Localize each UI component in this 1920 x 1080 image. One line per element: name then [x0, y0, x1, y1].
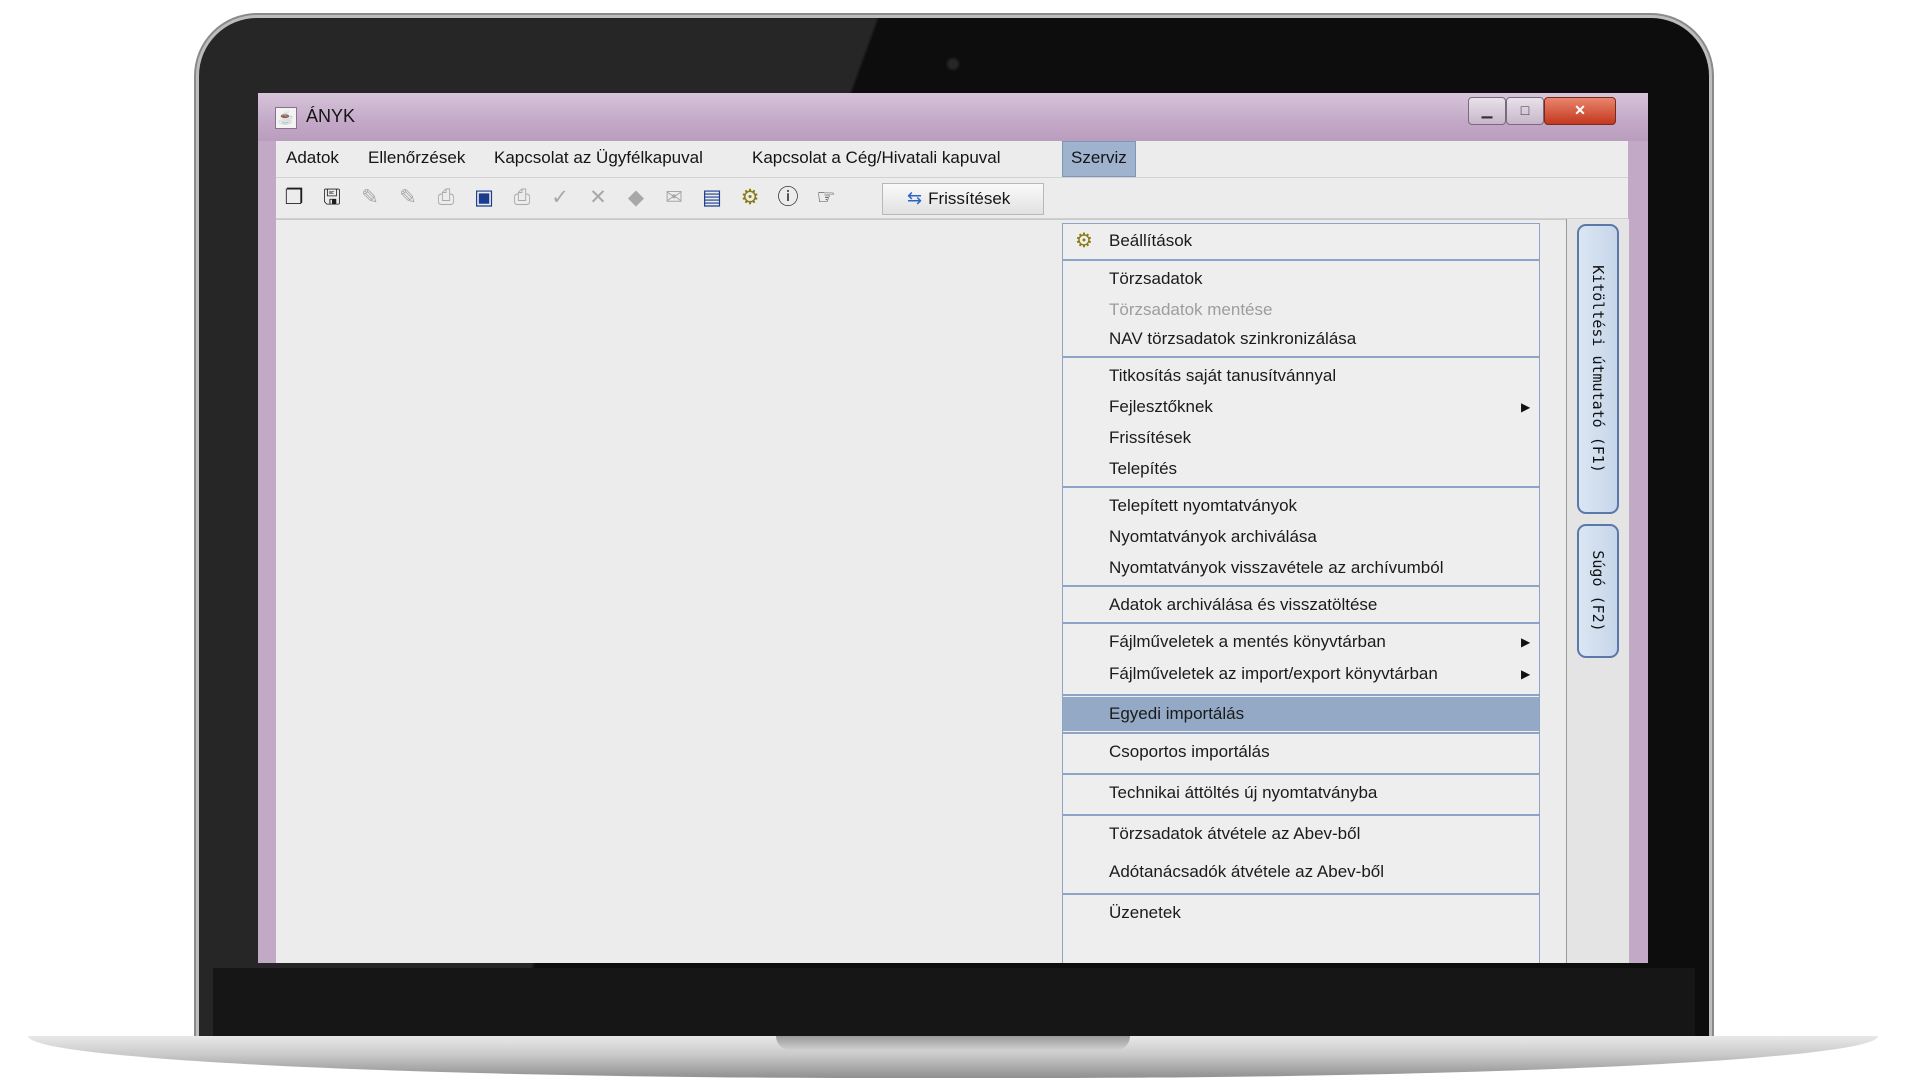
menu-separator — [1063, 732, 1539, 734]
window-client-area: Adatok Ellenőrzések Kapcsolat az Ügyfélk… — [276, 141, 1629, 963]
toolbar: ❐ 🖫 ✎ ✎ ⎙ ▣ ⎙ ✓ ✕ ◆ ✉ ▤ ⚙ ⓘ ☞ ⇆ Frissítés… — [276, 178, 1628, 219]
menu-ceg-hivatali-kapu[interactable]: Kapcsolat a Cég/Hivatali kapuval — [744, 141, 1009, 177]
bottom-bezel — [213, 968, 1695, 1038]
menu-separator — [1063, 694, 1539, 696]
print-disabled-icon[interactable]: ⎙ — [508, 184, 536, 212]
webcam — [948, 59, 958, 69]
maximize-icon: □ — [1520, 102, 1530, 118]
submenu-arrow-icon: ▶ — [1521, 667, 1531, 681]
calculator-icon[interactable]: ▤ — [698, 184, 726, 212]
new-form-icon[interactable]: ❐ — [280, 184, 308, 212]
menu-separator — [1063, 486, 1539, 488]
menu-separator — [1063, 259, 1539, 261]
maximize-button[interactable]: □ — [1506, 97, 1544, 125]
service-menu-item-technikai-attoltes[interactable]: Technikai áttöltés új nyomtatványba — [1063, 776, 1539, 810]
service-menu-item-adotanacsadok-abev[interactable]: Adótanácsadók átvétele az Abev-ből — [1063, 855, 1539, 889]
service-menu-item-torzsadatok[interactable]: Törzsadatok — [1063, 262, 1539, 296]
service-menu-item-telepites[interactable]: Telepítés — [1063, 452, 1539, 486]
edit2-disabled-icon[interactable]: ✎ — [394, 184, 422, 212]
service-menu-item-adatok-archivalasa[interactable]: Adatok archiválása és visszatöltése — [1063, 588, 1539, 622]
service-menu-item-uzenetek[interactable]: Üzenetek — [1063, 896, 1539, 930]
settings-icon[interactable]: ⚙ — [736, 184, 764, 212]
envelope-disabled-icon[interactable]: ✉ — [660, 184, 688, 212]
minimize-icon: ▁ — [1481, 102, 1493, 118]
menu-adatok[interactable]: Adatok — [278, 141, 347, 177]
tab-help-label: Súgó (F2) — [1589, 550, 1607, 632]
tree-icon[interactable]: ▣ — [470, 184, 498, 212]
service-menu-item-archivalas[interactable]: Nyomtatványok archiválása — [1063, 520, 1539, 554]
service-menu-item-titkositas[interactable]: Titkosítás saját tanusítvánnyal — [1063, 359, 1539, 393]
app-window: ☕ ÁNYK ▁ □ ✕ Adatok Ellenőrzések Kapcsol… — [258, 93, 1648, 963]
service-menu-item-fajlmuveletek-import[interactable]: Fájlműveletek az import/export könyvtárb… — [1063, 657, 1539, 691]
stamp-disabled-icon[interactable]: ◆ — [622, 184, 650, 212]
service-menu-item-csoportos-importalas[interactable]: Csoportos importálás — [1063, 735, 1539, 769]
save-icon[interactable]: 🖫 — [318, 184, 346, 212]
menu-separator — [1063, 585, 1539, 587]
service-menu-item-fejlesztoknek[interactable]: Fejlesztőknek ▶ — [1063, 390, 1539, 424]
menu-bar: Adatok Ellenőrzések Kapcsolat az Ügyfélk… — [276, 141, 1628, 178]
menu-ugyfelkapu[interactable]: Kapcsolat az Ügyfélkapuval — [486, 141, 711, 177]
close-button[interactable]: ✕ — [1544, 97, 1616, 125]
service-menu-item-torzsadatok-abev[interactable]: Törzsadatok átvétele az Abev-ből — [1063, 817, 1539, 851]
window-title: ÁNYK — [306, 106, 356, 126]
java-app-icon: ☕ — [275, 107, 297, 129]
refresh-label: Frissítések — [928, 189, 1011, 208]
title-bar[interactable]: ☕ ÁNYK ▁ □ ✕ — [258, 93, 1648, 141]
menu-separator — [1063, 893, 1539, 895]
refresh-icon: ⇆ — [907, 188, 923, 208]
info-icon[interactable]: ⓘ — [774, 184, 802, 212]
menu-separator — [1063, 622, 1539, 624]
service-menu-item-telepitett-nyomtatvanyok[interactable]: Telepített nyomtatványok — [1063, 489, 1539, 523]
print-preview-disabled-icon[interactable]: ⎙ — [432, 184, 460, 212]
service-menu-item-beallitasok[interactable]: ⚙ Beállítások — [1063, 224, 1539, 258]
tab-help[interactable]: Súgó (F2) — [1577, 524, 1619, 658]
side-panel: Kitöltési útmutató (F1) Súgó (F2) — [1566, 219, 1629, 963]
gear-icon: ⚙ — [1075, 230, 1093, 252]
menu-separator — [1063, 773, 1539, 775]
tab-guide[interactable]: Kitöltési útmutató (F1) — [1577, 224, 1619, 514]
service-menu-item-nav-szinkron[interactable]: NAV törzsadatok szinkronizálása — [1063, 322, 1539, 356]
submenu-arrow-icon: ▶ — [1521, 400, 1531, 414]
delete-disabled-icon[interactable]: ✕ — [584, 184, 612, 212]
refresh-button[interactable]: ⇆ Frissítések — [882, 183, 1044, 215]
minimize-button[interactable]: ▁ — [1468, 97, 1506, 125]
edit-disabled-icon[interactable]: ✎ — [356, 184, 384, 212]
close-icon: ✕ — [1574, 102, 1586, 118]
service-menu-item-fajlmuveletek-mentes[interactable]: Fájlműveletek a mentés könyvtárban ▶ — [1063, 625, 1539, 659]
tab-guide-label: Kitöltési útmutató (F1) — [1589, 265, 1607, 473]
menu-szerviz[interactable]: Szerviz — [1062, 141, 1136, 177]
service-menu-item-egyedi-importalas[interactable]: Egyedi importálás — [1063, 697, 1539, 731]
menu-separator — [1063, 814, 1539, 816]
menu-ellenorzesek[interactable]: Ellenőrzések — [360, 141, 473, 177]
trackpad-notch — [776, 1036, 1130, 1050]
laptop-screen: ☕ ÁNYK ▁ □ ✕ Adatok Ellenőrzések Kapcsol… — [258, 93, 1648, 963]
menu-separator — [1063, 356, 1539, 358]
service-menu-item-frissitesek[interactable]: Frissítések — [1063, 421, 1539, 455]
submenu-arrow-icon: ▶ — [1521, 635, 1531, 649]
service-menu-item-visszavetel[interactable]: Nyomtatványok visszavétele az archívumbó… — [1063, 551, 1539, 585]
check-disabled-icon[interactable]: ✓ — [546, 184, 574, 212]
pointer-icon[interactable]: ☞ — [812, 184, 840, 212]
service-menu-dropdown: ⚙ Beállítások Törzsadatok Törzsadatok men… — [1062, 223, 1540, 963]
